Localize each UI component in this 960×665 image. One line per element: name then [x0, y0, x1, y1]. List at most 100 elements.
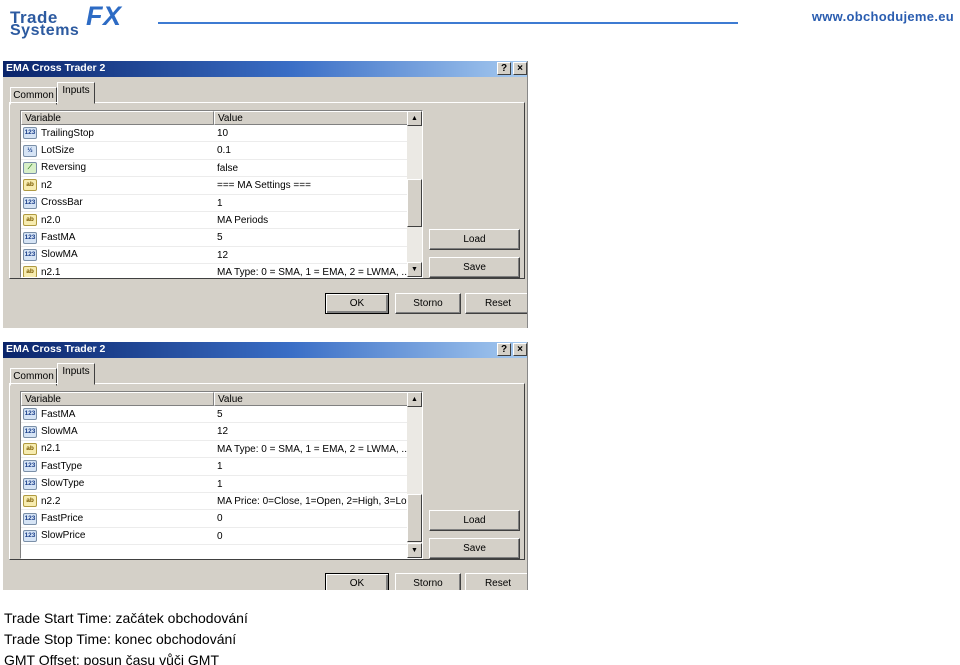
scroll-down-icon[interactable]: ▼	[407, 262, 422, 277]
input-row[interactable]: ab n2 === MA Settings ===	[21, 177, 408, 195]
variable-cell[interactable]: 123 TrailingStop	[21, 125, 214, 141]
input-row[interactable]: ab n2.1 MA Type: 0 = SMA, 1 = EMA, 2 = L…	[21, 264, 408, 277]
value-cell[interactable]: 5	[214, 229, 408, 245]
scroll-up-icon[interactable]: ▲	[407, 392, 422, 407]
input-row[interactable]: ½ LotSize 0.1	[21, 142, 408, 160]
close-button[interactable]: ×	[513, 343, 527, 356]
input-row[interactable]: 123 SlowMA 12	[21, 423, 408, 441]
scroll-down-icon[interactable]: ▼	[407, 543, 422, 558]
input-row[interactable]: ⟋ Reversing false	[21, 160, 408, 178]
variable-name: n2.2	[41, 495, 61, 507]
integer-type-icon: 123	[23, 529, 37, 542]
value-cell[interactable]: 0.1	[214, 142, 408, 158]
input-row[interactable]: 123 SlowType 1	[21, 476, 408, 493]
integer-type-icon: 123	[23, 460, 37, 473]
title-bar[interactable]: EMA Cross Trader 2 ? ×	[3, 342, 527, 358]
value-cell[interactable]: MA Price: 0=Close, 1=Open, 2=High, 3=Lo.…	[214, 493, 408, 509]
variable-cell[interactable]: ab n2.0	[21, 212, 214, 228]
cancel-button[interactable]: Storno	[395, 573, 461, 590]
input-row[interactable]: 123 FastPrice 0	[21, 510, 408, 528]
integer-type-icon: 123	[23, 408, 37, 421]
value-cell[interactable]: false	[214, 160, 408, 176]
variable-cell[interactable]: ⟋ Reversing	[21, 160, 214, 176]
value-cell[interactable]: 12	[214, 423, 408, 439]
input-row[interactable]: 123 FastMA 5	[21, 406, 408, 424]
grid-header: Variable Value	[21, 111, 408, 125]
tab-inputs[interactable]: Inputs	[57, 363, 95, 385]
variable-cell[interactable]: 123 CrossBar	[21, 195, 214, 211]
load-button[interactable]: Load	[429, 229, 520, 250]
input-row[interactable]: ab n2.2 MA Price: 0=Close, 1=Open, 2=Hig…	[21, 493, 408, 511]
variable-cell[interactable]: ab n2	[21, 177, 214, 193]
scroll-thumb[interactable]	[407, 494, 422, 542]
value-cell[interactable]: 5	[214, 406, 408, 422]
note-stop-time: Trade Stop Time: konec obchodování	[4, 631, 237, 647]
column-header-value[interactable]: Value	[214, 392, 408, 406]
value-cell[interactable]: 1	[214, 458, 408, 474]
input-row[interactable]: 123 TrailingStop 10	[21, 125, 408, 143]
variable-name: TrailingStop	[41, 127, 94, 139]
variable-cell[interactable]: 123 FastPrice	[21, 510, 214, 526]
ok-button[interactable]: OK	[325, 573, 389, 590]
variable-cell[interactable]: 123 SlowPrice	[21, 528, 214, 544]
logo-systems-text: Systems	[10, 22, 80, 39]
variable-cell[interactable]: ab n2.2	[21, 493, 214, 509]
tradefx-logo: Trade FX Systems	[6, 1, 158, 39]
input-row[interactable]: 123 CrossBar 1	[21, 195, 408, 212]
value-cell[interactable]: 0	[214, 510, 408, 526]
title-bar[interactable]: EMA Cross Trader 2 ? ×	[3, 61, 527, 77]
variable-cell[interactable]: 123 SlowMA	[21, 423, 214, 439]
variable-name: FastType	[41, 460, 83, 472]
tab-inputs[interactable]: Inputs	[57, 82, 95, 104]
integer-type-icon: 123	[23, 196, 37, 209]
vertical-scrollbar[interactable]: ▲ ▼	[407, 111, 422, 277]
help-button[interactable]: ?	[497, 343, 511, 356]
variable-cell[interactable]: 123 SlowMA	[21, 247, 214, 263]
column-header-value[interactable]: Value	[214, 111, 408, 125]
value-cell[interactable]: 1	[214, 476, 408, 492]
scroll-up-icon[interactable]: ▲	[407, 111, 422, 126]
scroll-thumb[interactable]	[407, 179, 422, 227]
column-header-variable[interactable]: Variable	[21, 111, 214, 125]
grid-body: 123 TrailingStop 10 ½ LotSize 0.1 ⟋ Reve…	[21, 125, 408, 277]
load-button[interactable]: Load	[429, 510, 520, 531]
input-row[interactable]: 123 SlowMA 12	[21, 247, 408, 265]
help-button[interactable]: ?	[497, 62, 511, 75]
variable-cell[interactable]: 123 FastType	[21, 458, 214, 474]
vertical-scrollbar[interactable]: ▲ ▼	[407, 392, 422, 558]
variable-name: CrossBar	[41, 197, 83, 209]
variable-cell[interactable]: ½ LotSize	[21, 142, 214, 158]
input-row[interactable]: ab n2.1 MA Type: 0 = SMA, 1 = EMA, 2 = L…	[21, 441, 408, 459]
variable-cell[interactable]: ab n2.1	[21, 264, 214, 277]
close-button[interactable]: ×	[513, 62, 527, 75]
value-cell[interactable]: 10	[214, 125, 408, 141]
variable-cell[interactable]: ab n2.1	[21, 441, 214, 457]
value-cell[interactable]: MA Type: 0 = SMA, 1 = EMA, 2 = LWMA, ...	[214, 264, 408, 277]
value-cell[interactable]: 0	[214, 528, 408, 544]
value-cell[interactable]: MA Type: 0 = SMA, 1 = EMA, 2 = LWMA, ...	[214, 441, 408, 457]
column-header-variable[interactable]: Variable	[21, 392, 214, 406]
variable-cell[interactable]: 123 FastMA	[21, 406, 214, 422]
ok-button[interactable]: OK	[325, 293, 389, 314]
string-type-icon: ab	[23, 214, 37, 227]
value-cell[interactable]: === MA Settings ===	[214, 177, 408, 193]
input-row[interactable]: 123 FastType 1	[21, 458, 408, 476]
variable-name: Reversing	[41, 162, 87, 174]
input-row[interactable]: 123 SlowPrice 0	[21, 528, 408, 546]
variable-cell[interactable]: 123 SlowType	[21, 476, 214, 492]
variable-name: FastPrice	[41, 513, 84, 525]
save-button[interactable]: Save	[429, 257, 520, 278]
value-cell[interactable]: MA Periods	[214, 212, 408, 228]
variable-cell[interactable]: 123 FastMA	[21, 229, 214, 245]
site-url: www.obchodujeme.eu	[811, 9, 954, 24]
cancel-button[interactable]: Storno	[395, 293, 461, 314]
input-row[interactable]: ab n2.0 MA Periods	[21, 212, 408, 230]
value-cell[interactable]: 1	[214, 195, 408, 211]
value-cell[interactable]: 12	[214, 247, 408, 263]
save-button[interactable]: Save	[429, 538, 520, 559]
reset-button[interactable]: Reset	[465, 573, 527, 590]
variable-name: n2.0	[41, 214, 61, 226]
input-row[interactable]: 123 FastMA 5	[21, 229, 408, 247]
double-type-icon: ½	[23, 144, 37, 157]
reset-button[interactable]: Reset	[465, 293, 527, 314]
